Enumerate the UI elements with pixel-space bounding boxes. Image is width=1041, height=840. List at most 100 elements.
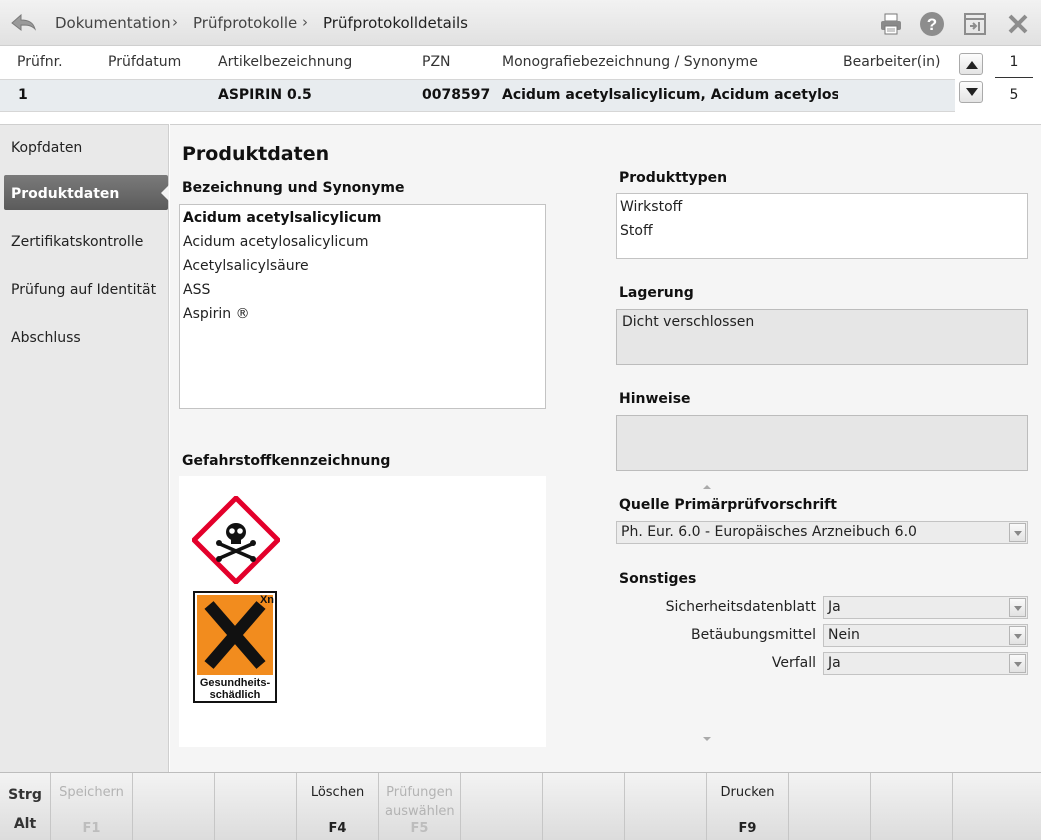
column-header: Prüfnr. (17, 54, 63, 70)
row-pzn: 0078597 (422, 87, 491, 103)
source-value: Ph. Eur. 6.0 - Europäisches Arzneibuch 6… (621, 524, 917, 540)
fkey-label: Speichern (59, 785, 124, 800)
window-icon[interactable] (962, 11, 988, 37)
synonyms-label: Bezeichnung und Synonyme (182, 180, 405, 196)
triangle-up-icon (966, 61, 978, 69)
list-item[interactable]: Acidum acetylosalicylicum (183, 234, 369, 250)
safety-sheet-select[interactable]: Ja (823, 596, 1028, 619)
print-button[interactable]: Drucken F9 (706, 773, 788, 840)
fkey-shortcut: F5 (410, 821, 429, 836)
narcotics-value: Nein (828, 627, 860, 643)
list-item[interactable]: ASS (183, 282, 210, 298)
fkey-f7-button[interactable] (542, 773, 624, 840)
expiry-label: Verfall (771, 655, 816, 671)
fkey-shortcut: F4 (328, 821, 347, 836)
ctrl-key-label: Strg (8, 787, 42, 803)
function-key-bar: Strg Alt Speichern F1 Löschen F4 Prüfung… (0, 772, 1041, 840)
sidebar-item-abschluss[interactable]: Abschluss (4, 319, 168, 354)
dropdown-button[interactable] (1009, 523, 1026, 542)
source-select[interactable]: Ph. Eur. 6.0 - Europäisches Arzneibuch 6… (616, 521, 1028, 544)
pager-divider (995, 77, 1033, 78)
save-button[interactable]: Speichern F1 (50, 773, 132, 840)
fkey-f12-button[interactable] (952, 773, 1041, 840)
hazard-label: Gefahrstoffkennzeichnung (182, 453, 391, 469)
narcotics-label: Betäubungsmittel (691, 627, 816, 643)
other-label: Sonstiges (619, 571, 697, 587)
page-title: Produktdaten (182, 143, 330, 165)
list-item[interactable]: Stoff (620, 223, 653, 239)
main-panel: Produktdaten Bezeichnung und Synonyme Ac… (170, 124, 1041, 772)
column-header: PZN (422, 54, 451, 70)
fkey-f10-button[interactable] (788, 773, 870, 840)
hazard-symbols-panel: Xn Gesundheits- schädlich (179, 476, 546, 747)
alt-key-label: Alt (13, 816, 37, 832)
table-row[interactable]: 1 ASPIRIN 0.5 0078597 Acidum acetylsalic… (0, 79, 955, 112)
chevron-down-icon (1014, 634, 1022, 639)
header-columns: Prüfnr. Prüfdatum Artikelbezeichnung PZN… (0, 46, 955, 79)
product-types-label: Produkttypen (619, 170, 728, 186)
safety-sheet-label: Sicherheitsdatenblatt (665, 599, 816, 615)
dropdown-button[interactable] (1009, 598, 1026, 617)
notes-label: Hinweise (619, 391, 691, 407)
list-item[interactable]: Aspirin ® (183, 306, 250, 322)
expiry-select[interactable]: Ja (823, 652, 1028, 675)
row-monograph: Acidum acetylsalicylicum, Acidum acetylo… (502, 87, 838, 103)
triangle-down-icon (966, 88, 978, 96)
chevron-down-icon (1014, 531, 1022, 536)
column-header: Artikelbezeichnung (218, 54, 353, 70)
chevron-right-icon: › (172, 13, 178, 31)
sidebar-item-zertifikatskontrolle[interactable]: Zertifikatskontrolle (4, 223, 168, 258)
back-arrow-icon[interactable] (8, 10, 38, 36)
hazard-text-1: Gesundheits- (199, 677, 271, 689)
close-icon[interactable] (1005, 11, 1031, 37)
sidebar: Kopfdaten Produktdaten Zertifikatskontro… (0, 124, 169, 772)
narcotics-select[interactable]: Nein (823, 624, 1028, 647)
storage-label: Lagerung (619, 285, 694, 301)
breadcrumb-item[interactable]: Dokumentation (55, 14, 171, 32)
expiry-value: Ja (828, 655, 841, 671)
product-types-list[interactable]: Wirkstoff Stoff (616, 193, 1028, 259)
source-label: Quelle Primärprüfvorschrift (619, 497, 837, 513)
dropdown-button[interactable] (1009, 626, 1026, 645)
synonyms-list[interactable]: Acidum acetylsalicylicum Acidum acetylos… (179, 204, 546, 409)
skull-hazard-icon (192, 496, 280, 584)
previous-record-button[interactable] (959, 53, 983, 75)
notes-field (616, 415, 1028, 471)
x-cross-icon (204, 601, 266, 669)
fkey-f6-button[interactable] (460, 773, 542, 840)
delete-button[interactable]: Löschen F4 (296, 773, 378, 840)
row-article: ASPIRIN 0.5 (218, 87, 312, 103)
safety-sheet-value: Ja (828, 599, 841, 615)
hazard-text-2: schädlich (209, 689, 261, 701)
fkey-shortcut: F9 (738, 821, 757, 836)
modifier-keys[interactable]: Strg Alt (0, 773, 50, 840)
fkey-label: Drucken (720, 785, 775, 800)
fkey-f11-button[interactable] (870, 773, 952, 840)
scroll-up-icon[interactable] (702, 482, 712, 492)
next-record-button[interactable] (959, 81, 983, 103)
svg-text:?: ? (927, 15, 937, 34)
chevron-right-icon: › (302, 13, 308, 31)
pager-current: 1 (1009, 54, 1019, 70)
harmful-hazard-icon: Xn Gesundheits- schädlich (193, 591, 277, 703)
storage-value: Dicht verschlossen (622, 314, 755, 330)
row-nr: 1 (18, 87, 28, 103)
sidebar-item-kopfdaten[interactable]: Kopfdaten (4, 129, 168, 164)
fkey-f8-button[interactable] (624, 773, 706, 840)
sidebar-item-produktdaten[interactable]: Produktdaten (4, 175, 169, 210)
dropdown-button[interactable] (1009, 654, 1026, 673)
scroll-down-icon[interactable] (702, 734, 712, 744)
list-item[interactable]: Wirkstoff (620, 199, 682, 215)
help-icon[interactable]: ? (919, 11, 945, 37)
fkey-label: Löschen (310, 785, 365, 800)
sidebar-item-pruefung-identitaet[interactable]: Prüfung auf Identität (4, 271, 168, 306)
fkey-shortcut: F1 (82, 821, 101, 836)
printer-icon[interactable] (878, 11, 904, 37)
list-item[interactable]: Acetylsalicylsäure (183, 258, 309, 274)
storage-field: Dicht verschlossen (616, 309, 1028, 365)
select-tests-button[interactable]: Prüfungen auswählen F5 (378, 773, 460, 840)
breadcrumb-item[interactable]: Prüfprotokolle (193, 14, 297, 32)
fkey-f3-button[interactable] (214, 773, 296, 840)
list-item[interactable]: Acidum acetylsalicylicum (183, 210, 382, 226)
fkey-f2-button[interactable] (132, 773, 214, 840)
